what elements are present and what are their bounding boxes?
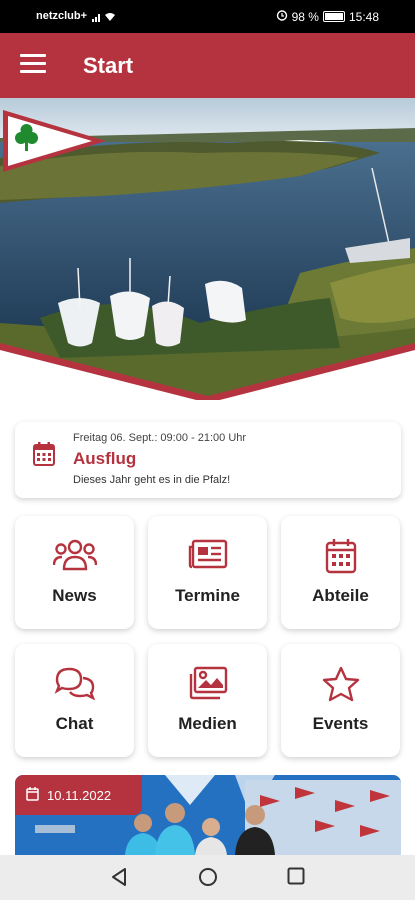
calendar-icon <box>281 538 400 574</box>
system-nav-bar <box>0 855 415 900</box>
battery-percent: 98 % <box>291 9 319 24</box>
battery-icon <box>322 11 345 22</box>
home-icon[interactable] <box>198 867 218 892</box>
tile-abteile[interactable]: Abteile <box>281 516 400 629</box>
calendar-icon <box>33 442 55 471</box>
news-banner[interactable]: 10.11.2022 <box>15 775 401 855</box>
back-icon[interactable] <box>110 867 128 892</box>
news-date-badge: 10.11.2022 <box>15 775 142 815</box>
tile-news-label: News <box>52 586 97 605</box>
tile-medien-label: Medien <box>178 714 237 733</box>
newspaper-icon <box>148 538 267 570</box>
clock: 15:48 <box>348 9 379 24</box>
tile-termine-label: Termine <box>175 586 240 605</box>
carrier-name: netzclub+ <box>36 10 88 22</box>
news-date: 10.11.2022 <box>47 788 112 803</box>
tile-abteile-label: Abteile <box>312 586 369 605</box>
alarm-icon <box>276 9 288 24</box>
tile-chat[interactable]: Chat <box>15 644 134 757</box>
images-icon <box>148 666 267 700</box>
tile-news[interactable]: News <box>15 516 134 629</box>
users-icon <box>15 538 134 572</box>
hamburger-menu-icon[interactable] <box>20 54 46 76</box>
event-title: Ausflug <box>73 449 137 468</box>
tile-events-label: Events <box>312 714 369 733</box>
calendar-icon <box>26 787 39 804</box>
app-bar: Start <box>0 33 415 98</box>
event-description: Dieses Jahr geht es in die Pfalz! <box>73 474 231 486</box>
recents-icon[interactable] <box>287 867 305 890</box>
status-bar: netzclub+ 98 % 15:48 <box>0 0 415 33</box>
tile-termine[interactable]: Termine <box>148 516 267 629</box>
hero-image <box>0 98 415 400</box>
event-date: Freitag 06. Sept.: 09:00 - 21:00 Uhr <box>73 432 247 444</box>
tile-medien[interactable]: Medien <box>148 644 267 757</box>
star-icon <box>281 666 400 702</box>
page-title: Start <box>83 53 134 78</box>
tile-events[interactable]: Events <box>281 644 400 757</box>
tile-chat-label: Chat <box>55 714 94 733</box>
chat-icon <box>15 666 134 700</box>
event-card[interactable]: Freitag 06. Sept.: 09:00 - 21:00 Uhr Aus… <box>15 422 401 498</box>
signal-icon <box>92 11 118 26</box>
